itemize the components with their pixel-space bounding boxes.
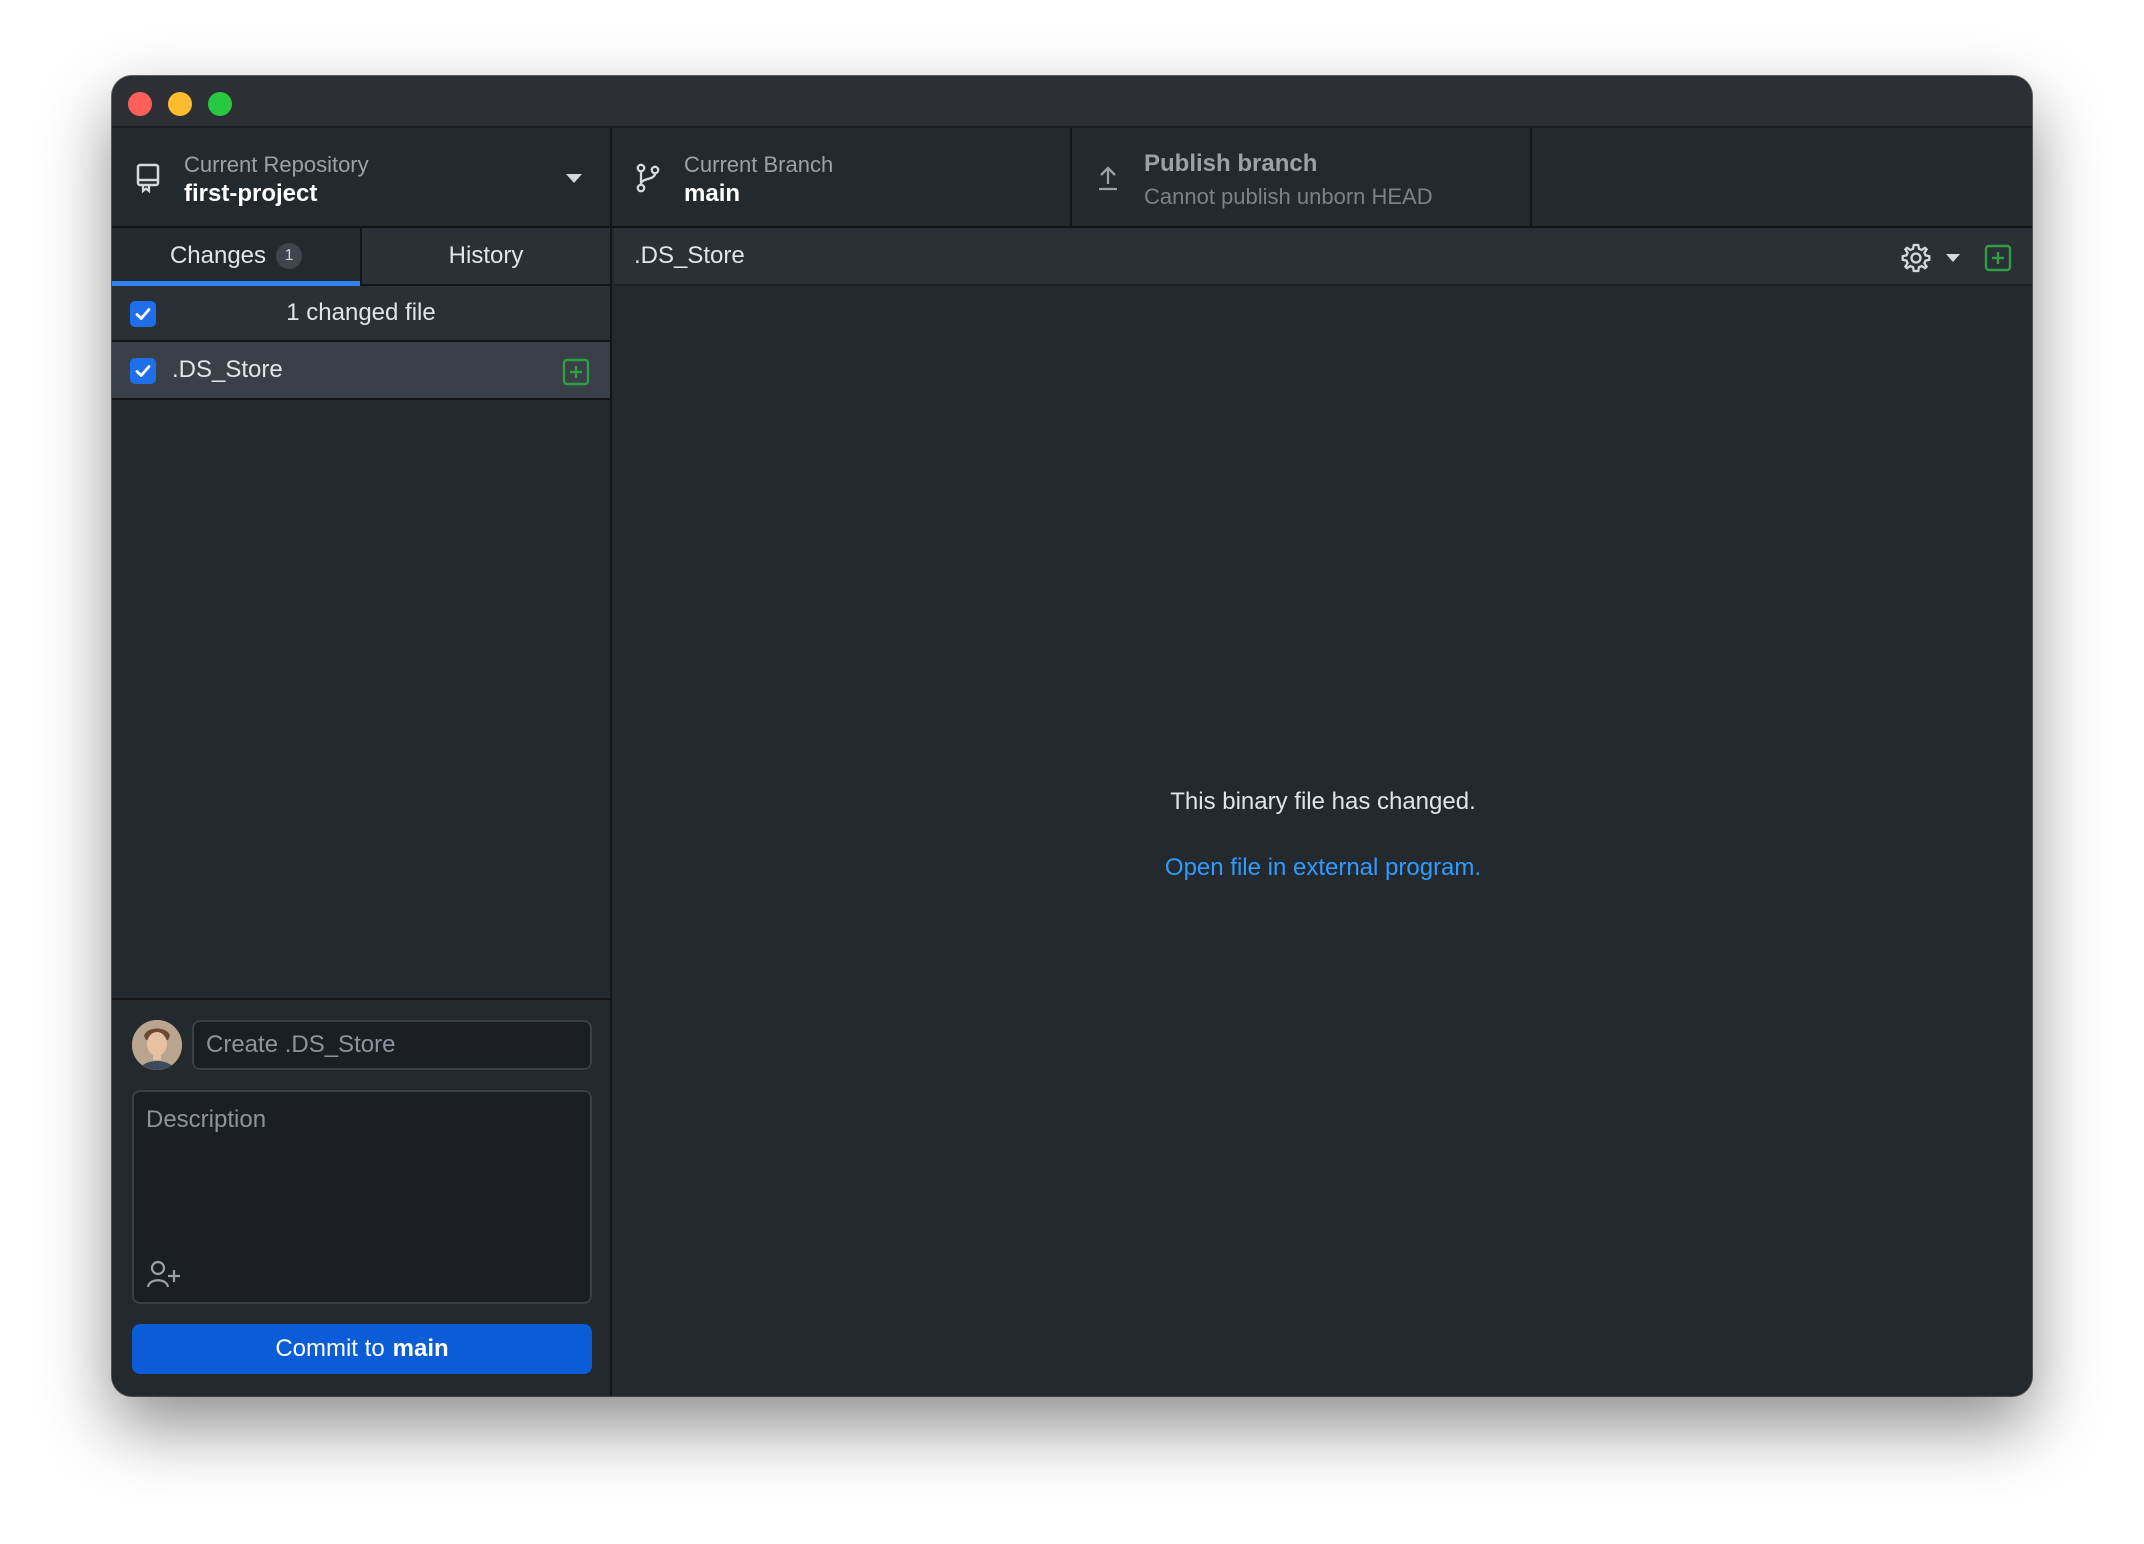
open-external-link[interactable]: Open file in external program. — [614, 854, 2032, 882]
publish-branch-label: Publish branch — [1144, 150, 1318, 177]
chevron-down-icon[interactable] — [1946, 254, 1960, 262]
commit-description-input[interactable] — [134, 1092, 590, 1242]
commit-button-prefix: Commit to — [275, 1335, 385, 1362]
select-all-checkbox[interactable] — [130, 301, 156, 327]
user-avatar-icon — [132, 1020, 182, 1070]
commit-summary-input[interactable] — [192, 1020, 592, 1070]
tab-changes[interactable]: Changes 1 — [112, 228, 360, 286]
checkmark-icon — [135, 308, 151, 320]
tab-changes-label: Changes — [169, 242, 267, 269]
current-repository-dropdown[interactable]: Current Repository first-project — [112, 128, 612, 226]
commit-description-box — [132, 1090, 592, 1304]
checkmark-icon — [135, 365, 151, 377]
sidebar-tabs: Changes 1 History — [112, 228, 610, 286]
changes-header: 1 changed file — [112, 286, 610, 342]
tab-history[interactable]: History — [360, 228, 610, 284]
current-branch-dropdown[interactable]: Current Branch main — [612, 128, 1072, 226]
publish-branch-status: Cannot publish unborn HEAD — [1144, 184, 1433, 209]
file-include-checkbox[interactable] — [130, 358, 156, 384]
sidebar: Changes 1 History 1 changed file .DS_Sto… — [112, 228, 612, 1396]
changed-files-count: 1 changed file — [286, 299, 436, 326]
current-repository-label: Current Repository — [184, 152, 369, 177]
chevron-down-icon — [566, 174, 582, 183]
diff-panel: .DS_Store This binary file has changed. … — [614, 228, 2032, 1396]
minimize-window-button[interactable] — [168, 92, 192, 116]
title-bar — [112, 76, 2032, 128]
toolbar: Current Repository first-project Current… — [112, 128, 2032, 228]
git-branch-icon — [636, 163, 660, 193]
current-branch-name: main — [684, 180, 741, 207]
changes-count-badge: 1 — [276, 243, 303, 269]
gear-icon[interactable] — [1900, 242, 1932, 274]
commit-button-branch: main — [392, 1335, 449, 1362]
current-branch-label: Current Branch — [684, 152, 834, 177]
close-window-button[interactable] — [128, 92, 152, 116]
diff-header: .DS_Store — [614, 228, 2032, 286]
current-repository-name: first-project — [184, 180, 318, 207]
diff-file-name: .DS_Store — [634, 242, 745, 269]
tab-history-label: History — [448, 242, 524, 269]
upload-arrow-icon — [1099, 166, 1117, 191]
file-list-item[interactable]: .DS_Store — [112, 342, 610, 400]
commit-form: Commit to main — [112, 998, 610, 1396]
commit-button[interactable]: Commit to main — [132, 1324, 592, 1374]
avatar — [132, 1020, 182, 1070]
repo-icon — [136, 163, 160, 194]
file-added-icon — [1984, 244, 2012, 272]
zoom-window-button[interactable] — [208, 92, 232, 116]
app-window: Current Repository first-project Current… — [112, 76, 2032, 1396]
add-coauthor-icon[interactable] — [146, 1258, 182, 1290]
file-added-icon — [562, 358, 590, 386]
file-name: .DS_Store — [172, 356, 283, 383]
publish-branch-button[interactable]: Publish branch Cannot publish unborn HEA… — [1072, 128, 1532, 226]
binary-file-message: This binary file has changed. — [1170, 788, 1476, 815]
